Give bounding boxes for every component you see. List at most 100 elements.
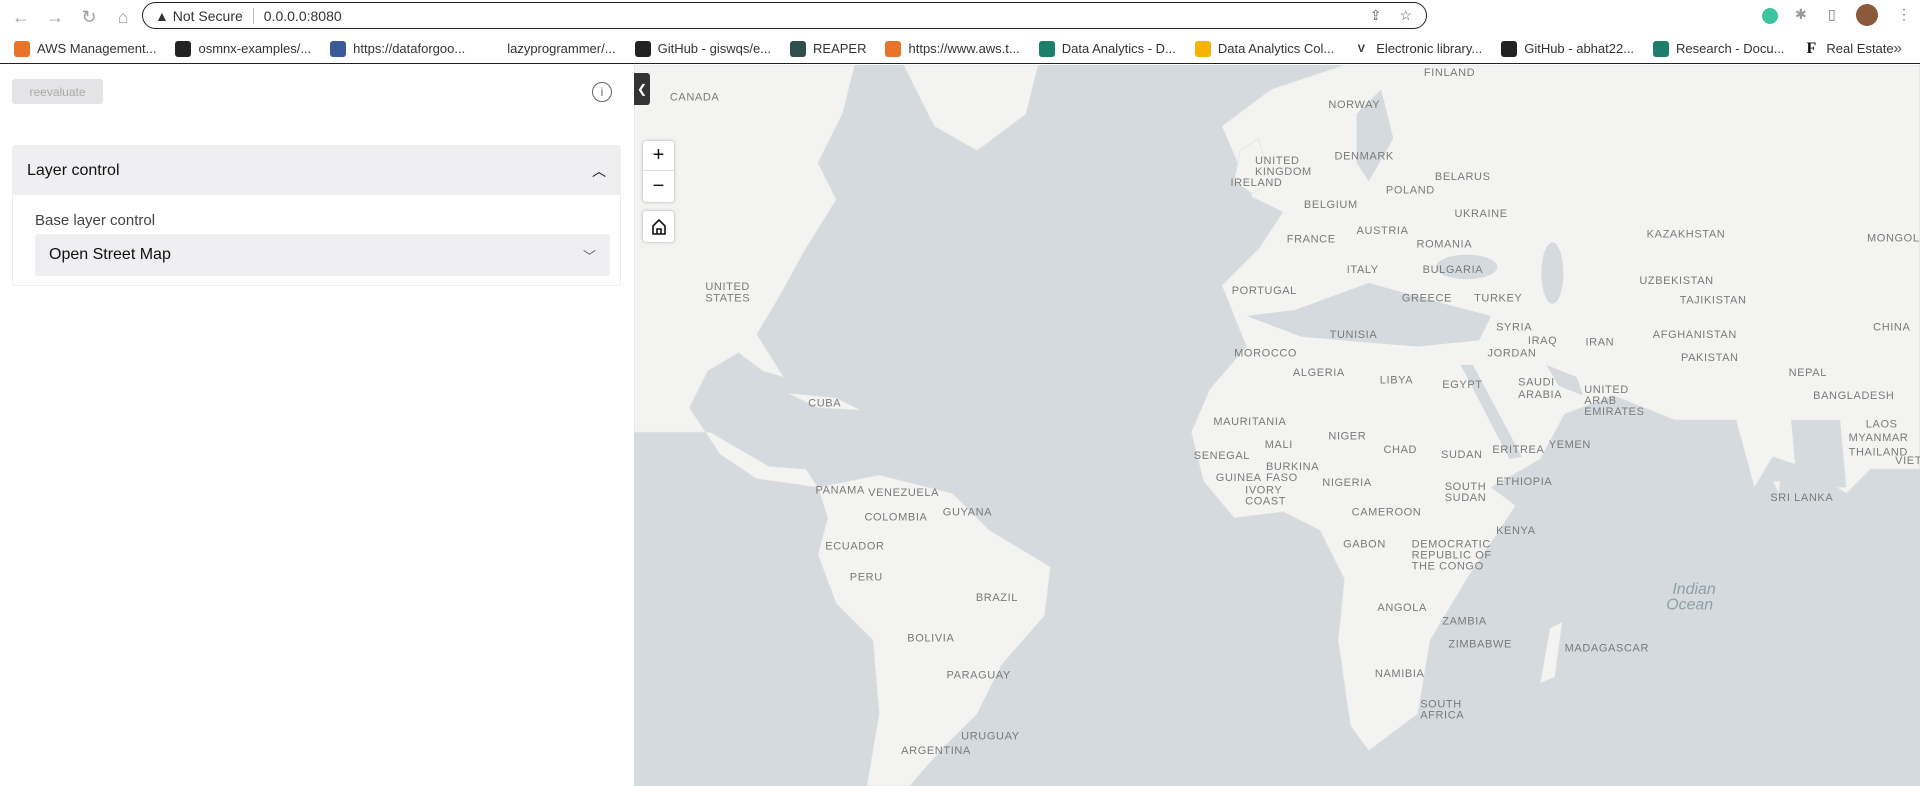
country-label: NAMIBIA [1375,668,1425,680]
chevron-down-icon: ﹀ [582,248,596,264]
country-label: BOLIVIA [907,633,954,645]
bookmark-item[interactable]: F Real Estate [1803,40,1894,57]
home-icon[interactable]: ⌂ [110,4,136,30]
aws-icon [14,40,30,57]
country-label: CHINA [1873,322,1910,334]
country-label: PARAGUAY [946,669,1010,681]
country-label: BELGIUM [1304,199,1358,211]
bookmark-item[interactable]: V Electronic library... [1353,40,1483,57]
sharepoint-icon [1653,40,1670,57]
country-label: MAURITANIA [1213,416,1286,428]
country-label: SENEGAL [1194,450,1250,462]
warning-icon: ▲ [155,7,169,24]
reevaluate-button[interactable]: reevaluate [12,79,103,104]
country-label: IRAQ [1528,335,1557,347]
bookmark-item[interactable]: GitHub - abhat22... [1501,40,1634,57]
country-label: UKRAINE [1454,208,1507,220]
country-label: AFRICA [1420,710,1464,722]
collapse-panel-button[interactable]: ❮ [634,73,650,105]
zoom-control: + − [643,141,674,202]
country-label: BANGLADESH [1813,390,1894,402]
base-layer-label: Base layer control [35,212,156,229]
country-label: EMIRATES [1584,406,1644,418]
country-label: AUSTRIA [1357,225,1409,237]
country-label: PANAMA [816,484,865,496]
home-view-button[interactable] [643,211,674,242]
layer-control-header[interactable]: Layer control ︿ [13,146,620,195]
country-label: MYANMAR [1849,432,1909,444]
map-view[interactable]: CANADA FINLAND NORWAY UNITED KINGDOM DENMARK I… [634,65,1920,786]
country-label: COAST [1245,495,1286,507]
bookmark-item[interactable]: Data Analytics Col... [1194,40,1335,57]
ocean-label: Indian [1672,581,1715,598]
bookmark-item[interactable]: osmnx-examples/... [175,40,312,57]
chevron-up-icon[interactable]: ︿ [592,161,606,181]
country-label: VIETNAM [1895,455,1920,467]
base-layer-value: Open Street Map [49,246,171,263]
country-label: ANGOLA [1377,602,1427,614]
ocean-label: Ocean [1666,597,1713,614]
bookmark-item[interactable]: Data Analytics - D... [1038,40,1176,57]
star-icon[interactable]: ☆ [1399,7,1412,24]
sharepoint-icon [1038,40,1055,57]
bookmark-item[interactable]: GitHub - giswqs/e... [634,40,772,57]
country-label: MOROCCO [1234,347,1297,359]
map-canvas[interactable]: CANADAFINLANDNORWAYUNITEDKINGDOMDENMARKI… [634,65,1920,786]
share-icon[interactable]: ⇪ [1370,7,1382,24]
google-drive-icon [1194,40,1211,57]
country-label: ALGERIA [1293,367,1345,379]
bookmark-item[interactable]: https://www.aws.t... [885,40,1020,57]
water-caspian [1541,242,1564,304]
blank-icon [484,40,501,57]
country-label: CUBA [808,398,841,410]
more-bookmarks-icon[interactable]: » [1893,40,1902,58]
reaper-icon [790,40,807,57]
github-icon [634,40,651,57]
menu-icon[interactable]: ⋮ [1897,6,1911,23]
info-icon[interactable]: i [592,82,612,102]
puzzle-icon[interactable]: ✱ [1795,6,1807,23]
bookmark-label: Data Analytics Col... [1217,41,1335,56]
forward-icon[interactable]: → [42,4,68,30]
zoom-in-button[interactable]: + [643,141,674,171]
bookmark-label: Research - Docu... [1676,41,1785,56]
avatar[interactable] [1856,4,1878,26]
country-label: GABON [1343,538,1386,550]
bookmark-label: AWS Management... [37,41,157,56]
bookmark-label: osmnx-examples/... [198,41,312,56]
back-icon[interactable]: ← [8,4,34,30]
base-layer-select[interactable]: Open Street Map ﹀ [35,234,610,276]
url-text[interactable]: 0.0.0.0:8080 [264,8,342,24]
country-label: SUDAN [1441,449,1483,461]
sidepanel-icon[interactable]: ▯ [1828,6,1836,23]
bookmark-item[interactable]: lazyprogrammer/... [484,40,616,57]
extension-icon[interactable] [1762,8,1778,24]
country-label: SAUDI [1518,377,1555,389]
country-label: NEPAL [1789,367,1827,379]
bookmark-item[interactable]: https://dataforgoo... [330,40,465,57]
country-label: ROMANIA [1417,238,1473,250]
divider [252,7,254,24]
bookmark-item[interactable]: Research - Docu... [1653,40,1785,57]
country-label: CANADA [670,91,720,103]
bookmark-item[interactable]: AWS Management... [14,40,157,57]
bookmark-label: Electronic library... [1376,41,1483,56]
bookmark-label: REAPER [813,41,867,56]
zoom-out-button[interactable]: − [643,171,674,201]
country-label: MALI [1265,439,1293,451]
country-label: ZIMBABWE [1448,639,1512,651]
country-label: BRAZIL [976,592,1018,604]
bookmark-item[interactable]: REAPER [790,40,867,57]
country-label: MADAGASCAR [1565,642,1649,654]
country-label: UZBEKISTAN [1639,275,1713,287]
country-label: THE CONGO [1412,560,1484,572]
country-label: ETHIOPIA [1496,476,1552,488]
bookmark-label: GitHub - giswqs/e... [657,41,772,56]
address-bar[interactable]: ▲ Not Secure 0.0.0.0:8080 ⇪ ☆ [142,2,1427,29]
country-label: AFGHANISTAN [1653,329,1737,341]
facebook-icon [330,40,347,57]
reload-icon[interactable]: ↻ [76,4,102,30]
country-label: IRAN [1585,336,1614,348]
country-label: NIGER [1328,431,1366,443]
land-north-america [634,65,856,488]
